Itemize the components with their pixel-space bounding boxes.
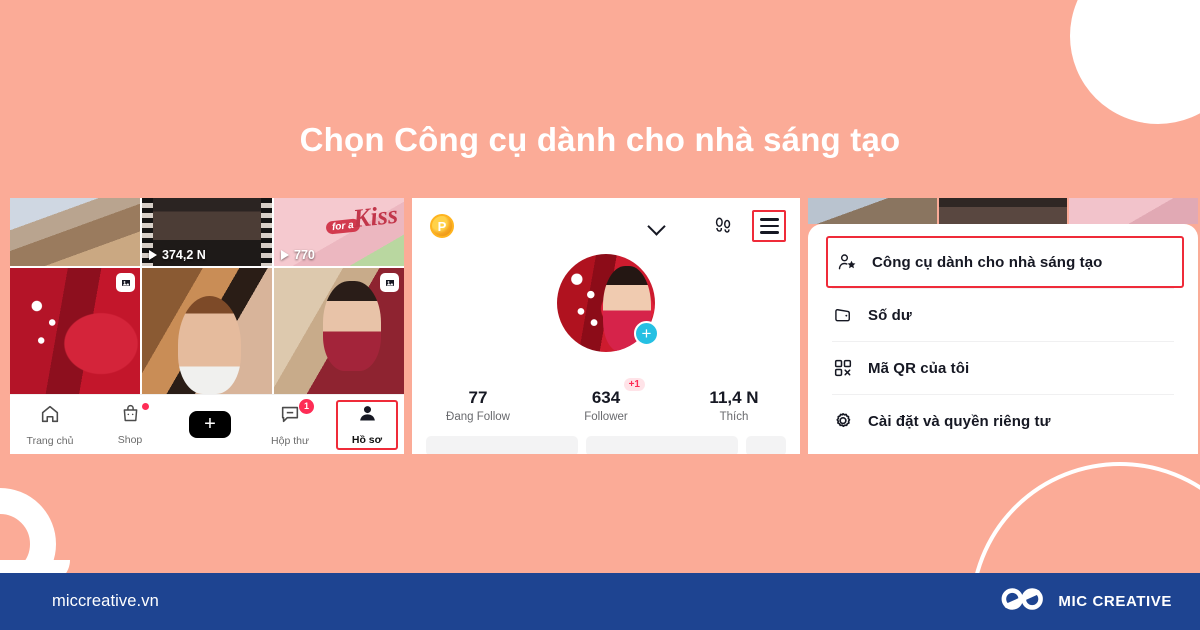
strip-thumb xyxy=(808,198,937,224)
edit-profile-button[interactable] xyxy=(426,436,578,454)
hamburger-line xyxy=(759,231,779,234)
qr-code-icon xyxy=(832,358,853,379)
inbox-message-icon xyxy=(279,403,301,430)
video-cell[interactable]: for a Kiss 770 xyxy=(274,198,404,266)
menu-item-balance[interactable]: Số dư xyxy=(808,289,1198,341)
coin-badge-icon[interactable]: P xyxy=(430,214,454,238)
mic-creative-infinity-logo xyxy=(1000,586,1046,617)
right-screenshot-panel: Công cụ dành cho nhà sáng tạo Số dư Mã Q… xyxy=(808,198,1198,454)
strip-thumb xyxy=(1069,198,1198,224)
kiss-word-overlay: Kiss xyxy=(351,199,400,234)
menu-item-creator-tools[interactable]: Công cụ dành cho nhà sáng tạo xyxy=(826,236,1184,288)
view-count-label: 770 xyxy=(294,248,315,262)
video-cell[interactable]: 374,2 N xyxy=(142,198,272,266)
nav-item-profile[interactable]: Hồ sơ xyxy=(336,399,398,450)
inbox-badge: 1 xyxy=(299,398,314,414)
footer-website-url[interactable]: miccreative.vn xyxy=(52,592,159,611)
footprints-icon[interactable] xyxy=(712,214,734,241)
background-video-strip xyxy=(808,198,1198,224)
menu-item-creator-tools-label: Công cụ dành cho nhà sáng tạo xyxy=(872,253,1103,271)
avatar-wrapper: + xyxy=(557,254,659,352)
video-cell[interactable] xyxy=(10,198,140,266)
nav-item-inbox[interactable]: 1 Hộp thư xyxy=(256,398,324,451)
person-star-icon xyxy=(836,252,857,273)
share-profile-button[interactable] xyxy=(586,436,738,454)
menu-item-my-qr-label: Mã QR của tôi xyxy=(868,359,970,377)
nav-item-shop-label: Shop xyxy=(117,434,143,446)
play-icon xyxy=(149,250,157,260)
create-plus-icon[interactable]: + xyxy=(185,411,235,438)
nav-item-home-label: Trang chủ xyxy=(26,434,74,447)
left-screenshot-panel: 374,2 N for a Kiss 770 Trang chủ Shop + … xyxy=(10,198,404,454)
plus-glyph: + xyxy=(204,412,216,435)
shop-bag-icon xyxy=(120,403,141,429)
nav-item-inbox-label: Hộp thư xyxy=(271,434,309,447)
stat-followers[interactable]: +1 634 Follower xyxy=(559,378,653,423)
nav-item-create[interactable]: + xyxy=(176,399,244,451)
image-icon xyxy=(380,273,399,292)
decor-circle-top-right xyxy=(1070,0,1200,124)
profile-stats: 77 Đang Follow +1 634 Follower 11,4 N Th… xyxy=(412,378,800,423)
stat-likes[interactable]: 11,4 N Thích xyxy=(687,388,781,423)
nav-item-shop[interactable]: Shop xyxy=(96,399,164,451)
footer-brand: MIC CREATIVE xyxy=(1000,586,1172,617)
stat-following-label: Đang Follow xyxy=(446,411,510,423)
video-view-count-wrap: 374,2 N xyxy=(149,248,206,262)
stat-likes-value: 11,4 N xyxy=(709,388,759,407)
nav-item-profile-label: Hồ sơ xyxy=(351,434,383,446)
hamburger-menu-icon[interactable] xyxy=(752,210,786,242)
page-title: Chọn Công cụ dành cho nhà sáng tạo xyxy=(299,121,901,158)
more-options-button[interactable] xyxy=(746,436,786,454)
stat-likes-label: Thích xyxy=(719,411,749,423)
hamburger-line xyxy=(759,224,779,228)
gear-icon xyxy=(832,411,853,432)
bottom-navigation-bar: Trang chủ Shop + 1 Hộp thư Hồ sơ xyxy=(10,394,404,454)
menu-item-my-qr[interactable]: Mã QR của tôi xyxy=(808,342,1198,394)
profile-person-icon xyxy=(357,403,378,429)
menu-item-balance-label: Số dư xyxy=(868,306,912,324)
followers-delta-badge: +1 xyxy=(623,378,645,391)
nav-item-home[interactable]: Trang chủ xyxy=(16,399,84,451)
profile-action-buttons xyxy=(426,436,786,454)
stat-followers-value: 634 xyxy=(591,388,621,407)
home-icon xyxy=(39,403,61,430)
stat-following[interactable]: 77 Đang Follow xyxy=(431,388,525,423)
side-menu-sheet: Công cụ dành cho nhà sáng tạo Số dư Mã Q… xyxy=(808,224,1198,454)
menu-item-settings-privacy-label: Cài đặt và quyền riêng tư xyxy=(868,412,1051,430)
chevron-down-icon[interactable] xyxy=(647,217,666,236)
video-cell[interactable] xyxy=(274,268,404,394)
stat-following-value: 77 xyxy=(468,388,488,407)
wallet-icon xyxy=(832,305,853,326)
profile-header: P xyxy=(412,198,800,254)
menu-item-settings-privacy[interactable]: Cài đặt và quyền riêng tư xyxy=(808,395,1198,447)
video-view-count-wrap: 770 xyxy=(281,248,315,262)
screenshot-strip: 374,2 N for a Kiss 770 Trang chủ Shop + … xyxy=(10,198,1198,454)
footer-brand-name: MIC CREATIVE xyxy=(1058,593,1172,610)
view-count-label: 374,2 N xyxy=(162,248,206,262)
hamburger-line xyxy=(759,218,779,221)
video-cell[interactable] xyxy=(10,268,140,394)
follow-add-button[interactable]: + xyxy=(634,321,659,346)
footer-bar: miccreative.vn MIC CREATIVE xyxy=(0,573,1200,630)
image-icon xyxy=(116,273,135,292)
stat-followers-label: Follower xyxy=(584,411,628,423)
video-cell[interactable] xyxy=(142,268,272,394)
mid-screenshot-panel: P + 77 Đang Follow +1 634 Follower 11,4 … xyxy=(412,198,800,454)
shop-notification-dot xyxy=(142,402,149,410)
strip-thumb xyxy=(938,198,1068,224)
video-grid: 374,2 N for a Kiss 770 xyxy=(10,198,404,394)
play-icon xyxy=(281,250,289,260)
